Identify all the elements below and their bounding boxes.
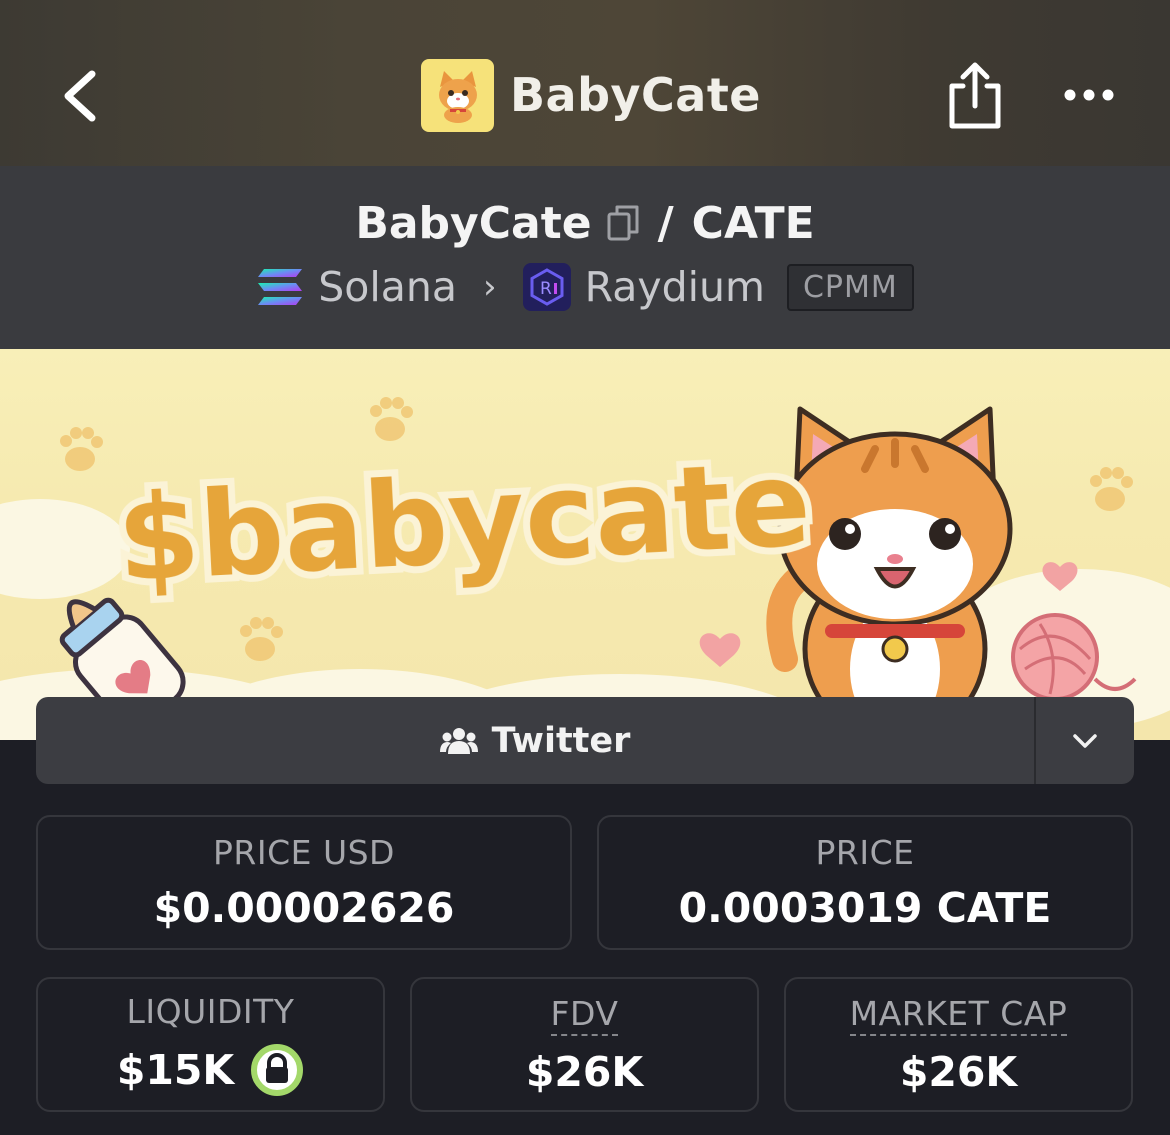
more-options-button[interactable] <box>1060 80 1118 110</box>
ellipsis-icon <box>1064 89 1114 101</box>
liquidity-card: LIQUIDITY $15K <box>36 977 385 1112</box>
copy-icon <box>607 205 639 241</box>
socials-dropdown-toggle[interactable] <box>1036 697 1134 784</box>
raydium-icon: R <box>522 263 571 311</box>
pair-name: BabyCate / CATE <box>0 194 1170 252</box>
chain-link[interactable]: Solana <box>318 263 457 311</box>
fdv-card[interactable]: FDV $26K <box>410 977 759 1112</box>
market-cap-value: $26K <box>899 1047 1018 1096</box>
chevron-left-icon <box>64 70 96 122</box>
pair-header: BabyCate / CATE Solana › R Raydium CPMM <box>0 166 1170 349</box>
pool-type-badge: CPMM <box>786 263 914 311</box>
socials-bar: Twitter <box>36 697 1134 784</box>
token-logo <box>421 58 494 132</box>
solana-icon <box>258 269 303 305</box>
chevron-right-icon: › <box>483 267 497 307</box>
price-native-value: 0.0003019 CATE <box>678 884 1052 932</box>
share-icon <box>949 62 1001 129</box>
price-native-label: PRICE <box>815 833 915 872</box>
fdv-value: $26K <box>525 1047 644 1096</box>
price-usd-card: PRICE USD $0.00002626 <box>36 815 572 950</box>
top-nav-bar: BabyCate <box>0 0 1170 166</box>
share-button[interactable] <box>946 60 1004 130</box>
chevron-down-icon <box>1073 733 1097 748</box>
back-button[interactable] <box>56 64 108 128</box>
token-banner: $babycate <box>0 349 1170 740</box>
twitter-button[interactable]: Twitter <box>36 697 1034 784</box>
twitter-label: Twitter <box>491 720 631 761</box>
liquidity-value: $15K <box>116 1046 235 1094</box>
copy-address-button[interactable] <box>606 204 640 242</box>
svg-text:R: R <box>540 279 552 299</box>
banner-image: $babycate <box>0 397 1170 740</box>
market-cap-label[interactable]: MARKET CAP <box>849 994 1068 1036</box>
banner-text: $babycate <box>114 434 814 608</box>
liquidity-label: LIQUIDITY <box>126 992 295 1031</box>
quote-token-name: CATE <box>691 197 815 249</box>
users-icon <box>439 727 478 754</box>
price-usd-value: $0.00002626 <box>153 884 455 932</box>
fdv-label[interactable]: FDV <box>550 994 619 1036</box>
price-native-card: PRICE 0.0003019 CATE <box>597 815 1133 950</box>
market-cap-card[interactable]: MARKET CAP $26K <box>784 977 1133 1112</box>
pair-separator: / <box>657 197 674 249</box>
liquidity-value-row: $15K <box>117 1043 304 1097</box>
base-token-name: BabyCate <box>355 197 592 249</box>
dex-link[interactable]: Raydium <box>585 263 765 311</box>
lock-icon[interactable] <box>250 1043 304 1097</box>
page-title: BabyCate <box>510 68 762 122</box>
price-usd-label: PRICE USD <box>213 833 395 872</box>
token-title: BabyCate <box>421 58 761 132</box>
chain-dex-breadcrumb: Solana › R Raydium CPMM <box>0 260 1170 314</box>
